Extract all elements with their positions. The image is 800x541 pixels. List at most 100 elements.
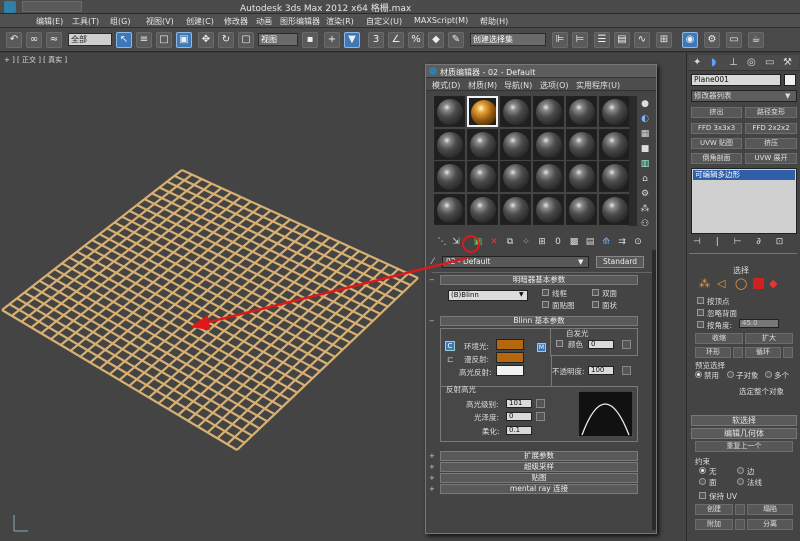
material-sample-slot[interactable] (434, 128, 465, 160)
menu-views[interactable]: 视图(V) (146, 16, 174, 27)
collapse-button[interactable]: 塌陷 (747, 504, 793, 515)
schematic-view-icon[interactable]: ⊞ (656, 32, 672, 48)
material-sample-slot[interactable] (599, 128, 630, 160)
rendered-frame-window-icon[interactable]: ▭ (726, 32, 742, 48)
constraint-normal-radio[interactable] (737, 478, 744, 485)
make-preview-icon[interactable]: ⌂ (639, 173, 651, 185)
self-illum-color-checkbox[interactable] (556, 340, 563, 347)
material-sample-slot[interactable] (533, 96, 564, 127)
pivot-center-icon[interactable]: ▪ (302, 32, 318, 48)
display-tab-icon[interactable]: ▭ (765, 57, 774, 68)
keyboard-shortcut-override-icon[interactable]: ▼ (344, 32, 360, 48)
menu-help[interactable]: 帮助(H) (480, 16, 508, 27)
glossiness-spinner[interactable]: 0 (506, 412, 532, 421)
preview-subobject-radio[interactable] (727, 371, 734, 378)
self-illum-map-button[interactable] (622, 340, 631, 349)
by-angle-checkbox[interactable] (697, 321, 704, 328)
slots-scrollbar[interactable] (629, 96, 637, 226)
menu-customize[interactable]: 自定义(U) (366, 16, 402, 27)
extended-params-rollout[interactable]: 扩展参数 (440, 451, 638, 461)
align-icon[interactable]: ⊨ (572, 32, 588, 48)
show-map-in-viewport-icon[interactable]: ▩ (568, 236, 580, 248)
attach-settings-button[interactable] (735, 519, 745, 530)
material-editor-icon[interactable]: ◉ (682, 32, 698, 48)
command-panel-tabs[interactable]: ✦ ◗ ⊥ ◎ ▭ ⚒ (689, 55, 799, 71)
material-editor-scrollbar[interactable] (652, 250, 656, 530)
diffuse-map-button[interactable]: M (537, 343, 546, 352)
specular-color-swatch[interactable] (496, 365, 524, 376)
scale-icon[interactable]: ▢ (238, 32, 254, 48)
snaps-toggle-icon[interactable]: 3 (368, 32, 384, 48)
motion-tab-icon[interactable]: ◎ (747, 57, 756, 68)
ffd222-button[interactable]: FFD 2x2x2 (745, 123, 797, 134)
med-menu-utilities[interactable]: 实用程序(U) (576, 80, 620, 91)
hierarchy-tab-icon[interactable]: ⊥ (729, 57, 738, 68)
constraint-face-radio[interactable] (699, 478, 706, 485)
select-by-name-icon[interactable]: ≡ (136, 32, 152, 48)
make-copy-icon[interactable]: ⧉ (504, 236, 516, 248)
ring-spinner[interactable] (733, 347, 743, 358)
angle-snap-icon[interactable]: ∠ (388, 32, 404, 48)
two-sided-checkbox[interactable] (592, 289, 599, 296)
material-sample-slot[interactable] (566, 128, 597, 160)
modifier-list-dropdown[interactable]: 修改器列表 (691, 90, 797, 102)
spec-level-spinner[interactable]: 101 (506, 399, 532, 408)
material-sample-slot[interactable] (533, 128, 564, 160)
med-menu-modes[interactable]: 模式(D) (432, 80, 460, 91)
constraint-edge-radio[interactable] (737, 467, 744, 474)
detach-button[interactable]: 分离 (747, 519, 793, 530)
element-level-icon[interactable]: ◆ (769, 277, 777, 290)
menu-create[interactable]: 创建(C) (186, 16, 214, 27)
wire-checkbox[interactable] (542, 289, 549, 296)
soften-spinner[interactable]: 0.1 (506, 426, 532, 435)
modify-tab-icon[interactable]: ◗ (711, 57, 716, 68)
undo-icon[interactable]: ↶ (6, 32, 22, 48)
material-sample-slot[interactable] (434, 96, 465, 127)
bevel-profile-button[interactable]: 倒角剖面 (691, 153, 742, 164)
menu-graph-editors[interactable]: 图形编辑器 (280, 16, 320, 27)
path-deform-button[interactable]: 路径变形 (745, 107, 797, 118)
rollout-plus-icon[interactable]: + (429, 463, 435, 471)
material-navigator-icon[interactable]: ⚇ (639, 218, 651, 230)
preview-multi-radio[interactable] (765, 371, 772, 378)
create-button[interactable]: 创建 (695, 504, 733, 515)
edit-named-selection-icon[interactable]: ✎ (448, 32, 464, 48)
video-color-check-icon[interactable]: ▥ (639, 158, 651, 170)
material-sample-slot[interactable] (599, 193, 630, 225)
opacity-map-button[interactable] (622, 366, 631, 375)
rollout-minus-icon[interactable]: − (429, 317, 435, 325)
edge-level-icon[interactable]: ◁ (717, 277, 725, 290)
create-settings-button[interactable] (735, 504, 745, 515)
ambient-color-swatch[interactable] (496, 339, 524, 350)
material-sample-slot[interactable] (434, 161, 465, 192)
quick-access-toolbar[interactable] (22, 1, 82, 12)
modifier-stack[interactable]: 可编辑多边形 (691, 168, 797, 234)
subobject-level-icons[interactable]: ⁂ ◁ ◯ ◆ (699, 277, 785, 291)
shader-basic-rollout[interactable]: 明暗器基本参数 (440, 275, 638, 285)
menu-tools[interactable]: 工具(T) (72, 16, 99, 27)
supersampling-rollout[interactable]: 超级采样 (440, 462, 638, 472)
med-menu-material[interactable]: 材质(M) (468, 80, 497, 91)
select-by-material-icon[interactable]: ⁂ (639, 203, 651, 215)
squeeze-button[interactable]: 挤压 (745, 138, 797, 149)
object-color-swatch[interactable] (784, 74, 796, 86)
menu-group[interactable]: 组(G) (110, 16, 130, 27)
create-tab-icon[interactable]: ✦ (693, 57, 701, 68)
uvw-map-button[interactable]: UVW 贴图 (691, 138, 742, 149)
spec-level-map-button[interactable] (536, 399, 545, 408)
edit-geometry-rollout[interactable]: 编辑几何体 (691, 428, 797, 439)
vertex-level-icon[interactable]: ⁂ (699, 277, 710, 290)
layer-manager-icon[interactable]: ☰ (594, 32, 610, 48)
link-icon[interactable]: ∞ (26, 32, 42, 48)
loop-button[interactable]: 循环 (745, 347, 781, 358)
backlight-icon[interactable]: ◐ (639, 113, 651, 125)
select-manipulate-icon[interactable]: + (324, 32, 340, 48)
material-sample-slot[interactable] (566, 96, 597, 127)
material-sample-slot[interactable] (500, 161, 531, 192)
options-icon[interactable]: ⚙ (639, 188, 651, 200)
rollout-plus-icon[interactable]: + (429, 485, 435, 493)
polygon-level-icon[interactable] (753, 278, 764, 289)
reference-coord-dropdown[interactable]: 视图 (258, 33, 298, 46)
sample-uv-tiling-icon[interactable]: ■ (639, 143, 651, 155)
unwrap-uvw-button[interactable]: UVW 展开 (745, 153, 797, 164)
